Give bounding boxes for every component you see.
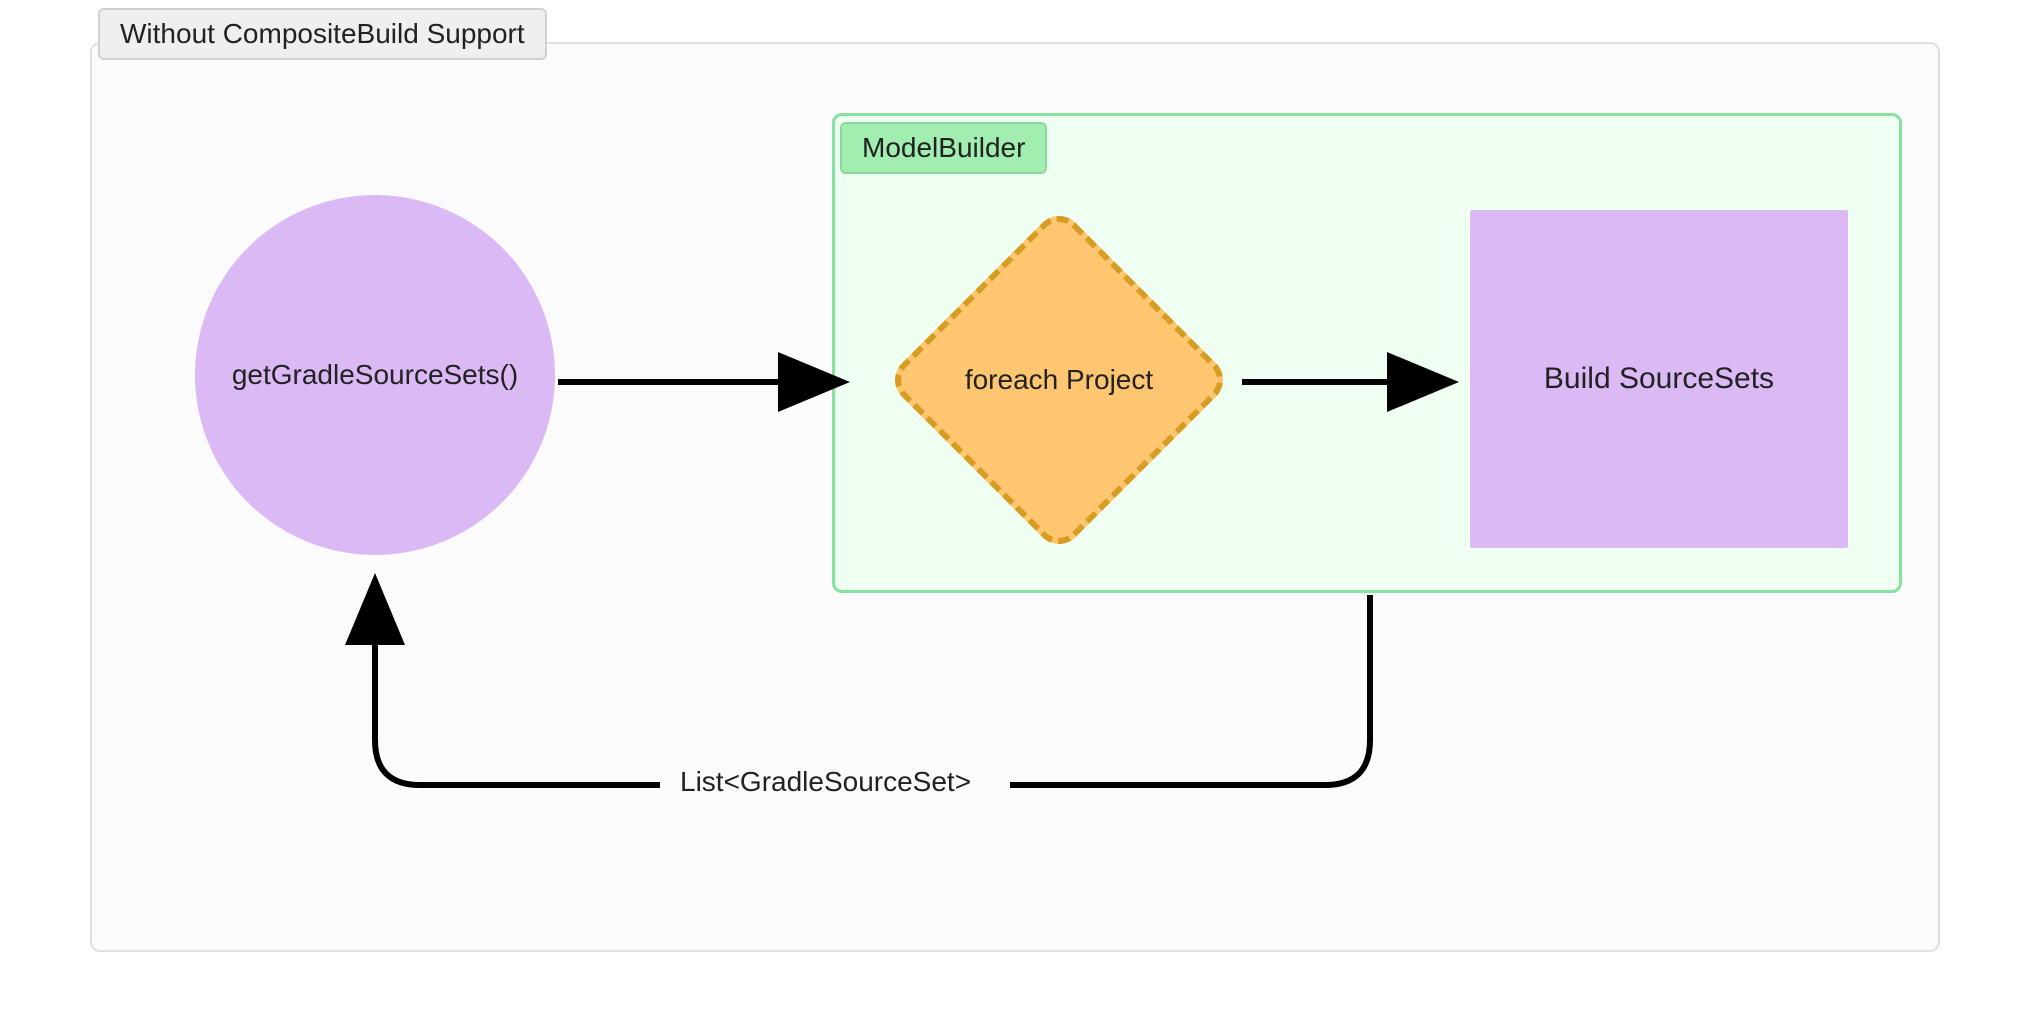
rect-node-text: Build SourceSets (1544, 362, 1774, 396)
outer-container-label: Without CompositeBuild Support (98, 8, 547, 60)
circle-node-getsourcesets: getGradleSourceSets() (195, 195, 555, 555)
model-builder-label: ModelBuilder (840, 122, 1047, 174)
diamond-text: foreach Project (959, 364, 1159, 396)
diamond-node-foreach: foreach Project (885, 206, 1233, 554)
arrow-diamond-to-rect (1242, 378, 1457, 386)
arrow-circle-to-diamond (558, 378, 848, 386)
diamond-wrapper: foreach Project (885, 206, 1233, 554)
rect-node-build-sourcesets: Build SourceSets (1470, 210, 1848, 548)
return-arrow-label: List<GradleSourceSet> (680, 766, 971, 798)
circle-node-text: getGradleSourceSets() (232, 359, 518, 391)
